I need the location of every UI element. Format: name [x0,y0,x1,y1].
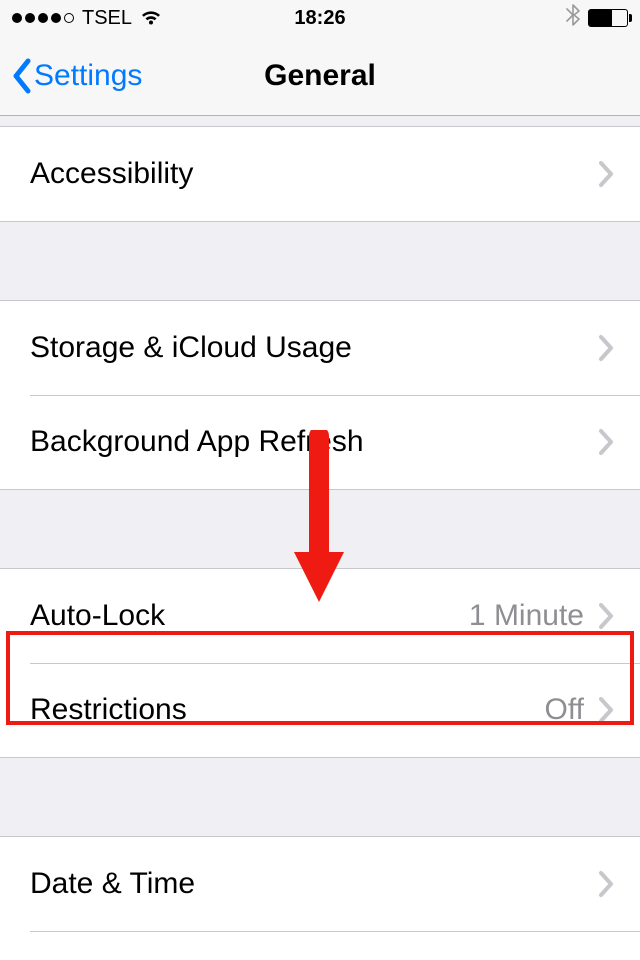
row-accessibility[interactable]: Accessibility [0,127,640,221]
chevron-right-icon [598,696,614,724]
settings-group-3: Auto-Lock 1 Minute Restrictions Off [0,568,640,758]
back-label: Settings [34,59,142,93]
chevron-left-icon [10,57,32,95]
clock: 18:26 [294,7,345,30]
chevron-right-icon [598,160,614,188]
chevron-right-icon [598,602,614,630]
wifi-icon [140,9,162,27]
settings-group-1: Accessibility [0,126,640,222]
status-bar: TSEL 18:26 [0,0,640,36]
status-right [566,4,628,32]
row-label: Background App Refresh [30,425,598,459]
page-title: General [264,59,376,93]
carrier-label: TSEL [82,7,132,30]
chevron-right-icon [598,334,614,362]
chevron-right-icon [598,428,614,456]
navigation-bar: Settings General [0,36,640,116]
battery-icon [588,9,628,27]
chevron-right-icon [598,870,614,898]
row-value: Off [545,693,584,727]
settings-group-2: Storage & iCloud Usage Background App Re… [0,300,640,490]
status-left: TSEL [12,7,162,30]
row-background-app-refresh[interactable]: Background App Refresh [0,395,640,489]
row-value: 1 Minute [469,599,584,633]
bluetooth-icon [566,4,580,32]
row-auto-lock[interactable]: Auto-Lock 1 Minute [0,569,640,663]
row-storage-icloud-usage[interactable]: Storage & iCloud Usage [0,301,640,395]
row-label: Accessibility [30,157,598,191]
signal-strength-icon [12,13,74,23]
back-button[interactable]: Settings [10,57,142,95]
row-label: Storage & iCloud Usage [30,331,598,365]
settings-group-4: Date & Time Keyboard [0,836,640,960]
row-keyboard[interactable]: Keyboard [0,931,640,960]
row-restrictions[interactable]: Restrictions Off [0,663,640,757]
row-label: Auto-Lock [30,599,469,633]
row-label: Date & Time [30,867,598,901]
row-label: Restrictions [30,693,545,727]
row-date-time[interactable]: Date & Time [0,837,640,931]
